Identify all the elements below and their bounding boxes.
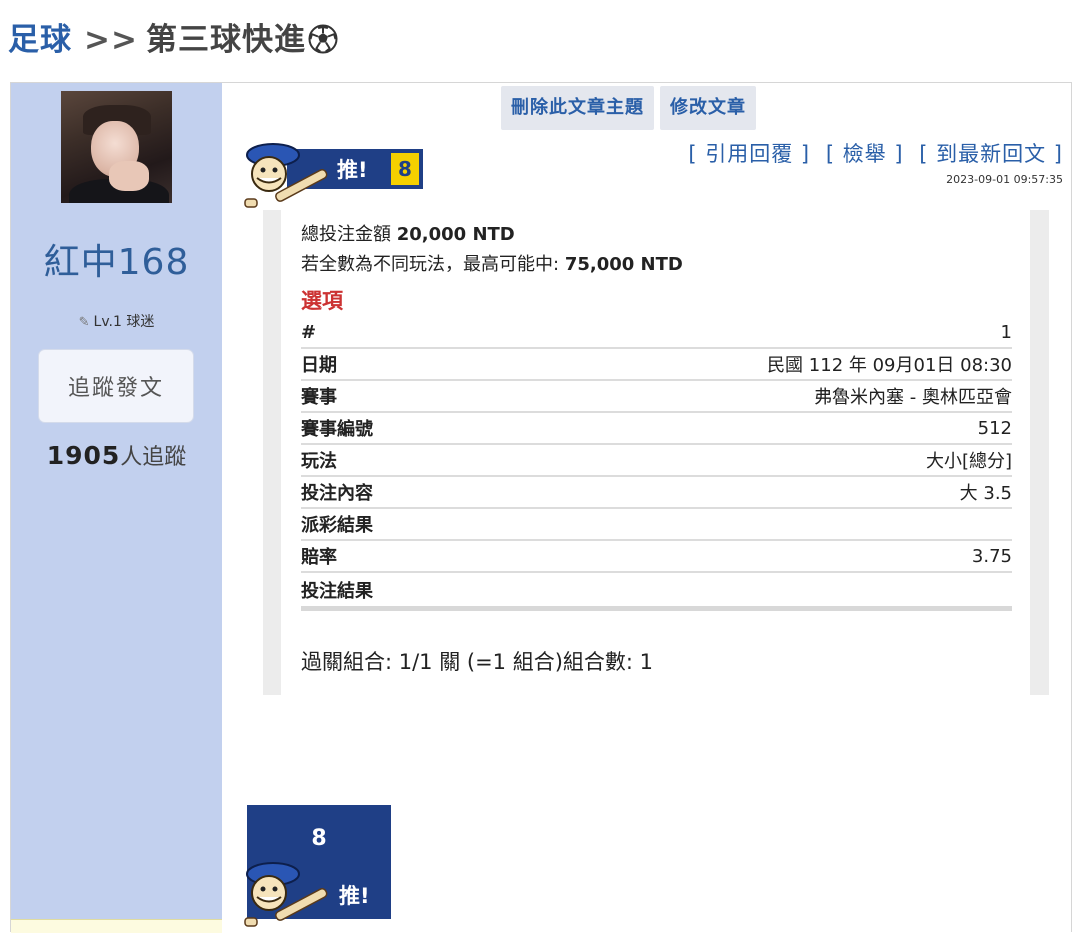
row-value: 大 3.5: [462, 476, 1012, 509]
push-label-bottom: 推!: [339, 884, 370, 908]
table-row: 賽事編號 512: [301, 412, 1012, 445]
push-label-top: 推!: [337, 158, 368, 182]
report-link[interactable]: [ 檢舉 ]: [826, 142, 904, 166]
row-key: 投注結果: [301, 572, 463, 611]
row-key: 投注內容: [301, 476, 463, 509]
quote-reply-link[interactable]: [ 引用回覆 ]: [688, 142, 810, 166]
admin-toolbar: 刪除此文章主題 修改文章: [501, 86, 756, 130]
row-value: 3.75: [462, 540, 1012, 573]
row-value: 民國 112 年 09月01日 08:30: [462, 348, 1012, 381]
baseball-mascot-icon: [244, 143, 328, 208]
max-win-amount: 75,000 NTD: [564, 254, 683, 275]
row-value: 大小[總分]: [462, 444, 1012, 477]
baseball-mascot-icon: [244, 862, 328, 927]
row-value: 弗魯米內塞 - 奧林匹亞會: [462, 380, 1012, 413]
table-row: 投注內容大 3.5: [301, 476, 1012, 509]
page-title: 足球 >> 第三球快進: [8, 14, 338, 58]
row-value: 512: [462, 412, 1012, 445]
max-win-label: 若全數為不同玩法，最高可能中:: [301, 254, 560, 275]
table-row: 玩法 大小[總分]: [301, 444, 1012, 477]
edit-post-button[interactable]: 修改文章: [660, 86, 756, 130]
author-level-label: Lv.1 球迷: [93, 314, 155, 330]
follower-suffix: 人追蹤: [120, 445, 187, 470]
bet-card: 總投注金額 20,000 NTD 若全數為不同玩法，最高可能中: 75,000 …: [281, 210, 1030, 695]
avatar[interactable]: [61, 91, 172, 203]
post-timestamp: 2023-09-01 09:57:35: [946, 173, 1063, 186]
row-key: 賽事編號: [301, 412, 463, 445]
total-stake: 總投注金額 20,000 NTD: [301, 220, 515, 246]
soccer-ball-icon: [308, 24, 338, 54]
total-stake-amount: 20,000 NTD: [396, 224, 515, 245]
pencil-icon: ✎: [78, 315, 90, 330]
max-win: 若全數為不同玩法，最高可能中: 75,000 NTD: [301, 250, 683, 276]
table-row: 派彩結果: [301, 508, 1012, 541]
options-title: 選項: [301, 289, 343, 313]
row-value: 1: [462, 317, 1012, 349]
table-row: 投注結果: [301, 572, 1012, 611]
breadcrumb-category[interactable]: 足球: [8, 22, 72, 58]
post-actions: [ 引用回覆 ] [ 檢舉 ] [ 到最新回文 ]: [680, 138, 1063, 168]
bet-detail-table: #1 日期 民國 112 年 09月01日 08:30 賽事 弗魯米內塞 - 奧林匹亞會…: [301, 317, 1012, 611]
table-row: #1: [301, 317, 1012, 349]
row-key: 玩法: [301, 444, 463, 477]
row-key: 派彩結果: [301, 508, 463, 541]
latest-reply-link[interactable]: [ 到最新回文 ]: [919, 142, 1063, 166]
parlay-summary: 過關組合: 1/1 關 (=1 組合)組合數: 1: [301, 650, 654, 674]
push-count-bottom: 8: [247, 819, 391, 857]
breadcrumb-separator: >>: [84, 22, 138, 58]
follow-button[interactable]: 追蹤發文: [38, 349, 194, 423]
author-sidebar: 紅中168 ✎ Lv.1 球迷 追蹤發文 1905人追蹤: [11, 83, 222, 919]
table-row: 日期 民國 112 年 09月01日 08:30: [301, 348, 1012, 381]
total-stake-label: 總投注金額: [301, 224, 391, 245]
push-button-top[interactable]: 8 推!: [243, 141, 429, 211]
post-container: 紅中168 ✎ Lv.1 球迷 追蹤發文 1905人追蹤 刪除此文章主題 修改文章…: [10, 82, 1072, 933]
delete-topic-button[interactable]: 刪除此文章主題: [501, 86, 654, 130]
follower-number: 1905: [46, 441, 121, 470]
author-name[interactable]: 紅中168: [11, 233, 222, 285]
author-level: ✎ Lv.1 球迷: [11, 311, 222, 331]
row-value: [462, 572, 1012, 611]
topic-title: 第三球快進: [145, 22, 306, 58]
row-key: 賽事: [301, 380, 463, 413]
row-key: 日期: [301, 348, 463, 381]
push-button-bottom[interactable]: 8 推!: [243, 805, 403, 932]
row-key: #: [301, 317, 463, 349]
push-count-top: 8: [391, 153, 419, 185]
row-key: 賠率: [301, 540, 463, 573]
row-value: [462, 508, 1012, 541]
bet-panel: 總投注金額 20,000 NTD 若全數為不同玩法，最高可能中: 75,000 …: [263, 210, 1049, 695]
table-row: 賠率 3.75: [301, 540, 1012, 573]
follower-count: 1905人追蹤: [11, 439, 222, 471]
table-row: 賽事 弗魯米內塞 - 奧林匹亞會: [301, 380, 1012, 413]
